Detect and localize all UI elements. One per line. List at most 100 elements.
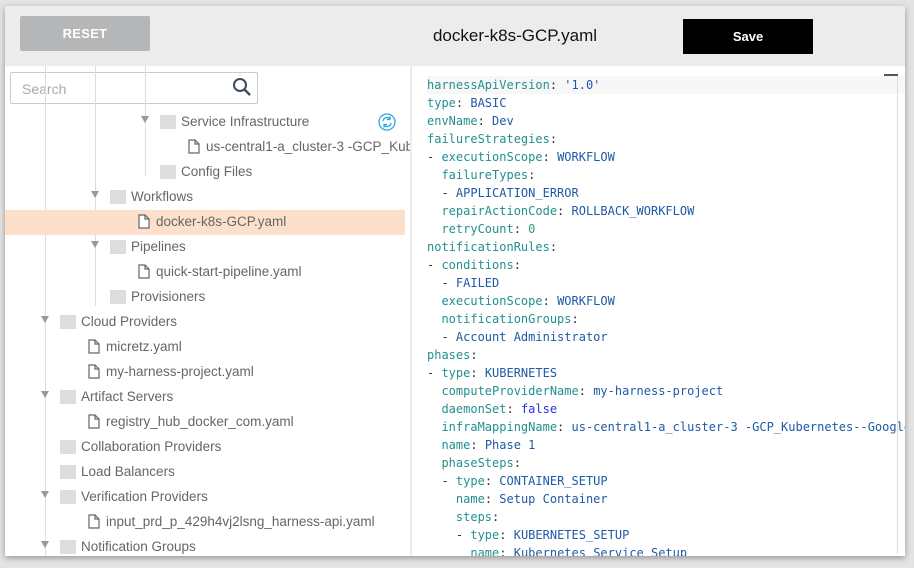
- expand-arrow-icon[interactable]: [41, 491, 49, 498]
- search-icon[interactable]: [232, 77, 252, 97]
- code-token: -: [427, 474, 456, 488]
- code-token: type: [441, 366, 471, 380]
- yaml-editor[interactable]: harnessApiVersion: '1.0' type: BASIC envNa…: [412, 66, 905, 556]
- expand-arrow-icon[interactable]: [91, 191, 99, 198]
- tree-item-label: Service Infrastructure: [181, 114, 310, 129]
- code-line: - Account Administrator: [427, 328, 905, 346]
- code-token: :: [499, 546, 514, 556]
- tree-folder[interactable]: Service Infrastructure: [5, 110, 405, 135]
- refresh-icon[interactable]: [378, 113, 396, 136]
- reset-button[interactable]: RESET: [20, 16, 150, 51]
- file-icon: [88, 414, 100, 432]
- tree-item-label: Pipelines: [131, 239, 186, 254]
- code-line: - type: KUBERNETES: [427, 364, 905, 382]
- code-token: -: [427, 150, 442, 164]
- code-token: :: [470, 366, 485, 380]
- expand-arrow-icon[interactable]: [41, 541, 49, 548]
- tree-file[interactable]: my-harness-project.yaml: [5, 360, 405, 385]
- code-area[interactable]: harnessApiVersion: '1.0' type: BASIC envNa…: [427, 76, 905, 556]
- file-icon: [188, 139, 200, 157]
- tree-item-label: registry_hub_docker_com.yaml: [106, 414, 294, 429]
- code-line: phaseSteps:: [427, 454, 905, 472]
- code-line: name: Setup Container: [427, 490, 905, 508]
- code-token: infraMappingName: [441, 420, 558, 434]
- code-token: repairActionCode: [441, 204, 558, 218]
- tree-folder[interactable]: Verification Providers: [5, 485, 405, 510]
- tree-folder[interactable]: Artifact Servers: [5, 385, 405, 410]
- code-token: :: [542, 294, 558, 308]
- tree-item-label: Collaboration Providers: [81, 439, 222, 454]
- code-token: :: [513, 222, 529, 236]
- save-button[interactable]: Save: [683, 19, 813, 54]
- file-title: docker-k8s-GCP.yaml: [432, 26, 598, 45]
- folder-icon: [60, 490, 76, 504]
- code-line: repairActionCode: ROLLBACK_WORKFLOW: [427, 202, 905, 220]
- tree-folder[interactable]: Config Files: [5, 160, 405, 185]
- folder-icon: [60, 465, 76, 479]
- editor-scrollbar[interactable]: [897, 74, 898, 554]
- code-token: BASIC: [470, 96, 507, 110]
- tree-item-label: Notification Groups: [81, 539, 196, 554]
- folder-icon: [160, 165, 176, 179]
- code-token: WORKFLOW: [557, 150, 615, 164]
- expand-arrow-icon[interactable]: [91, 241, 99, 248]
- expand-arrow-icon[interactable]: [41, 316, 49, 323]
- code-token: FAILED: [455, 276, 500, 290]
- code-token: name: [455, 492, 485, 506]
- file-icon: [88, 514, 100, 532]
- code-line: - FAILED: [427, 274, 905, 292]
- tree-folder[interactable]: Workflows: [5, 185, 405, 210]
- search-box[interactable]: [10, 72, 258, 104]
- tree-folder[interactable]: Provisioners: [5, 285, 405, 310]
- code-token: notificationGroups: [441, 312, 572, 326]
- code-token: steps: [455, 510, 493, 524]
- code-token: type: [470, 528, 500, 542]
- code-token: :: [506, 402, 521, 416]
- tree-file[interactable]: input_prd_p_429h4vj2lsng_harness-api.yam…: [5, 510, 405, 535]
- tree-file[interactable]: micretz.yaml: [5, 335, 405, 360]
- code-token: APPLICATION_ERROR: [455, 186, 579, 200]
- code-token: -: [427, 186, 456, 200]
- expand-arrow-icon[interactable]: [141, 116, 149, 123]
- code-line: retryCount: 0: [427, 220, 905, 238]
- code-token: :: [549, 78, 565, 92]
- folder-icon: [110, 240, 126, 254]
- modal-header: RESET docker-k8s-GCP.yaml Save: [5, 6, 905, 66]
- folder-icon: [160, 115, 176, 129]
- tree-file[interactable]: us-central1-a_cluster-3 -GCP_Kubernetes-…: [5, 135, 410, 160]
- code-token: :: [542, 150, 558, 164]
- folder-icon: [110, 290, 126, 304]
- tree-folder[interactable]: Cloud Providers: [5, 310, 405, 335]
- code-token: :: [549, 240, 558, 254]
- code-token: us-central1-a_cluster-3 -GCP_Kubernetes-…: [571, 420, 906, 434]
- tree-folder[interactable]: Load Balancers: [5, 460, 405, 485]
- code-token: :: [578, 384, 594, 398]
- tree-folder[interactable]: Pipelines: [5, 235, 405, 260]
- code-token: -: [427, 276, 456, 290]
- code-line: name: Phase 1: [427, 436, 905, 454]
- code-line: daemonSet: false: [427, 400, 905, 418]
- code-token: harnessApiVersion: [427, 78, 550, 92]
- file-icon: [138, 214, 150, 232]
- tree-file[interactable]: registry_hub_docker_com.yaml: [5, 410, 405, 435]
- code-token: type: [427, 96, 456, 110]
- tree-file[interactable]: quick-start-pipeline.yaml: [5, 260, 405, 285]
- code-token: :: [513, 456, 521, 470]
- code-token: :: [513, 258, 521, 272]
- code-line: steps:: [427, 508, 905, 526]
- code-token: -: [427, 258, 442, 272]
- code-line: computeProviderName: my-harness-project: [427, 382, 905, 400]
- expand-arrow-icon[interactable]: [41, 391, 49, 398]
- editor-scroll-thumb[interactable]: [884, 74, 898, 76]
- tree-item-label: Config Files: [181, 164, 253, 179]
- tree-folder[interactable]: Collaboration Providers: [5, 435, 405, 460]
- tree-file[interactable]: docker-k8s-GCP.yaml: [5, 210, 405, 235]
- tree-item-label: docker-k8s-GCP.yaml: [156, 214, 287, 229]
- folder-icon: [60, 540, 76, 554]
- tree-folder[interactable]: Notification Groups: [5, 535, 405, 556]
- tree-item-label: us-central1-a_cluster-3 -GCP_Kubernetes-…: [206, 139, 410, 154]
- tree-item-label: my-harness-project.yaml: [106, 364, 254, 379]
- search-input[interactable]: [20, 80, 224, 98]
